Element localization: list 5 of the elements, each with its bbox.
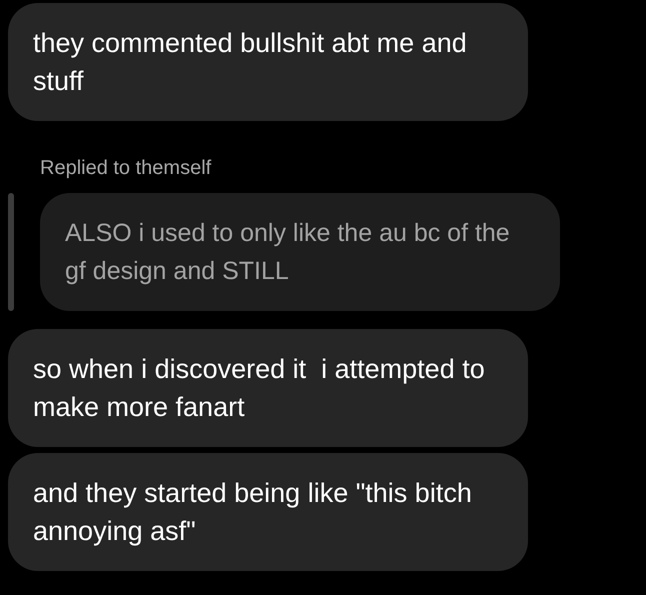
message-bubble: they commented bullshit abt me and stuff: [8, 3, 528, 121]
message-bubble: and they started being like "this bitch annoying asf": [8, 453, 528, 571]
reply-label: Replied to themself: [40, 157, 212, 180]
message-bubble: so when i discovered it i attempted to make more fanart: [8, 329, 528, 447]
quoted-message-bubble: ALSO i used to only like the au bc of the gf design and STILL: [40, 193, 560, 311]
